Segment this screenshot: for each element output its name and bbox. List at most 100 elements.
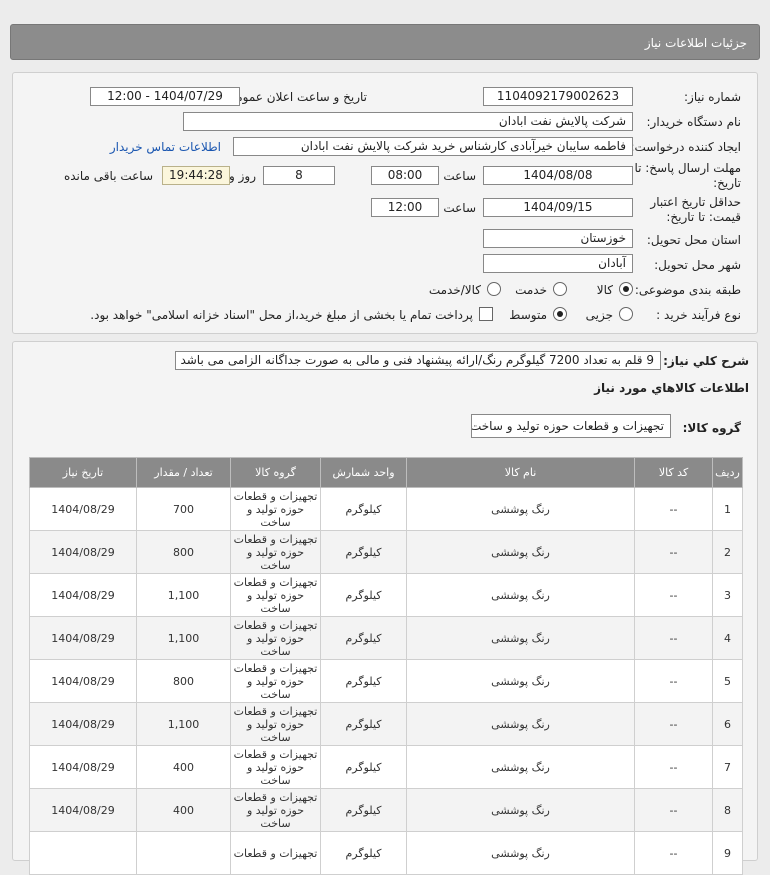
item-code: -- — [634, 530, 713, 574]
item-group: تجهیزات و قطعات حوزه تولید و ساخت — [230, 487, 321, 531]
row-number: 8 — [712, 788, 743, 832]
item-group: تجهیزات و قطعات حوزه تولید و ساخت — [230, 702, 321, 746]
creator-field: فاطمه سایبان خیرآبادی کارشناس خرید شرکت … — [233, 137, 633, 156]
category-radio-service[interactable] — [553, 282, 567, 296]
description-label: شرح کلي نياز: — [663, 354, 749, 368]
row-number: 5 — [712, 659, 743, 703]
process-radio-medium[interactable] — [553, 307, 567, 321]
item-quantity: 400 — [136, 745, 231, 789]
table-row: 1 -- رنگ پوششی کیلوگرم تجهیزات و قطعات ح… — [29, 487, 743, 531]
process-minor-label: جزیی — [585, 308, 613, 322]
buyer-label: نام دستگاه خریدار: — [646, 115, 742, 129]
item-quantity: 1,100 — [136, 702, 231, 746]
row-number: 2 — [712, 530, 743, 574]
item-unit: کیلوگرم — [320, 702, 407, 746]
table-row: 7 -- رنگ پوششی کیلوگرم تجهیزات و قطعات ح… — [29, 745, 743, 789]
need-number-label: شماره نیاز: — [684, 90, 741, 104]
item-unit: کیلوگرم — [320, 530, 407, 574]
table-row: 6 -- رنگ پوششی کیلوگرم تجهیزات و قطعات ح… — [29, 702, 743, 746]
item-code: -- — [634, 702, 713, 746]
process-medium-label: متوسط — [509, 308, 547, 322]
item-need-date: 1404/08/29 — [29, 659, 137, 703]
buyer-contact-link[interactable]: اطلاعات تماس خریدار — [110, 140, 221, 154]
province-label: استان محل تحویل: — [646, 233, 741, 247]
item-name: رنگ پوششی — [406, 659, 635, 703]
item-name: رنگ پوششی — [406, 530, 635, 574]
item-quantity — [136, 831, 231, 875]
item-need-date: 1404/08/29 — [29, 487, 137, 531]
item-name: رنگ پوششی — [406, 745, 635, 789]
goods-group-field: تجهیزات و قطعات حوزه تولید و ساخت — [471, 414, 671, 438]
item-unit: کیلوگرم — [320, 487, 407, 531]
col-item-group: گروه کالا — [230, 457, 321, 488]
item-code: -- — [634, 831, 713, 875]
deadline-label: مهلت ارسال پاسخ: تا — [634, 161, 741, 175]
validity-date-field: 1404/09/15 — [483, 198, 633, 217]
row-number: 4 — [712, 616, 743, 660]
item-unit: کیلوگرم — [320, 659, 407, 703]
item-need-date: 1404/08/29 — [29, 745, 137, 789]
need-details-panel: شماره نیاز: 1104092179002623 تاریخ و ساع… — [12, 72, 758, 334]
city-label: شهر محل تحویل: — [654, 258, 741, 272]
row-number: 6 — [712, 702, 743, 746]
item-group: تجهیزات و قطعات حوزه تولید و ساخت — [230, 573, 321, 617]
days-label: روز و — [229, 169, 256, 183]
item-unit: کیلوگرم — [320, 831, 407, 875]
col-quantity: تعداد / مقدار — [136, 457, 231, 488]
category-radio-goods-service[interactable] — [487, 282, 501, 296]
item-quantity: 1,100 — [136, 573, 231, 617]
days-remaining-field: 8 — [263, 166, 335, 185]
item-name: رنگ پوششی — [406, 702, 635, 746]
item-need-date: 1404/08/29 — [29, 702, 137, 746]
category-goods-service-label: کالا/خدمت — [428, 283, 481, 297]
item-group: تجهیزات و قطعات حوزه تولید و ساخت — [230, 788, 321, 832]
item-name: رنگ پوششی — [406, 573, 635, 617]
validity-label-2: قیمت: تا تاریخ: — [666, 210, 741, 224]
row-number: 7 — [712, 745, 743, 789]
item-group: تجهیزات و قطعات حوزه تولید و ساخت — [230, 616, 321, 660]
item-need-date: 1404/08/29 — [29, 788, 137, 832]
col-item-name: نام کالا — [406, 457, 635, 488]
countdown-timer: 19:44:28 — [162, 166, 230, 185]
deadline-date-field: 1404/08/08 — [483, 166, 633, 185]
item-code: -- — [634, 573, 713, 617]
table-row: 3 -- رنگ پوششی کیلوگرم تجهیزات و قطعات ح… — [29, 573, 743, 617]
process-radio-minor[interactable] — [619, 307, 633, 321]
item-quantity: 800 — [136, 659, 231, 703]
table-row: 8 -- رنگ پوششی کیلوگرم تجهیزات و قطعات ح… — [29, 788, 743, 832]
item-code: -- — [634, 659, 713, 703]
city-field: آبادان — [483, 254, 633, 273]
item-quantity: 700 — [136, 487, 231, 531]
row-number: 9 — [712, 831, 743, 875]
item-name: رنگ پوششی — [406, 487, 635, 531]
category-label: طبقه بندی موضوعی: — [634, 283, 741, 297]
validity-time-label: ساعت — [443, 201, 476, 215]
item-name: رنگ پوششی — [406, 616, 635, 660]
validity-label: حداقل تاریخ اعتبار — [650, 195, 741, 209]
treasury-payment-note: پرداخت تمام یا بخشی از مبلغ خرید،از محل … — [90, 308, 473, 322]
table-row: 5 -- رنگ پوششی کیلوگرم تجهیزات و قطعات ح… — [29, 659, 743, 703]
table-row: 9 -- رنگ پوششی کیلوگرم تجهیزات و قطعات — [29, 831, 743, 875]
goods-table-header: ردیف کد کالا نام کالا واحد شمارش گروه کا… — [29, 457, 743, 488]
item-unit: کیلوگرم — [320, 788, 407, 832]
row-number: 3 — [712, 573, 743, 617]
item-code: -- — [634, 487, 713, 531]
item-need-date: 1404/08/29 — [29, 573, 137, 617]
item-quantity: 800 — [136, 530, 231, 574]
item-group: تجهیزات و قطعات حوزه تولید و ساخت — [230, 659, 321, 703]
item-unit: کیلوگرم — [320, 745, 407, 789]
page-title: جزئیات اطلاعات نیاز — [644, 36, 747, 50]
treasury-payment-checkbox[interactable] — [479, 307, 493, 321]
item-name: رنگ پوششی — [406, 831, 635, 875]
province-field: خوزستان — [483, 229, 633, 248]
category-radio-goods[interactable] — [619, 282, 633, 296]
page-header: جزئیات اطلاعات نیاز — [10, 24, 760, 60]
row-number: 1 — [712, 487, 743, 531]
item-name: رنگ پوششی — [406, 788, 635, 832]
item-group: تجهیزات و قطعات حوزه تولید و ساخت — [230, 745, 321, 789]
description-field: 9 قلم به تعداد 7200 گیلوگرم رنگ/ارائه پی… — [175, 351, 661, 370]
item-unit: کیلوگرم — [320, 573, 407, 617]
creator-label: ایجاد کننده درخواست: — [630, 140, 741, 154]
buyer-field: شرکت پالایش نفت ابادان — [183, 112, 633, 131]
process-label: نوع فرآیند خرید : — [656, 308, 741, 322]
